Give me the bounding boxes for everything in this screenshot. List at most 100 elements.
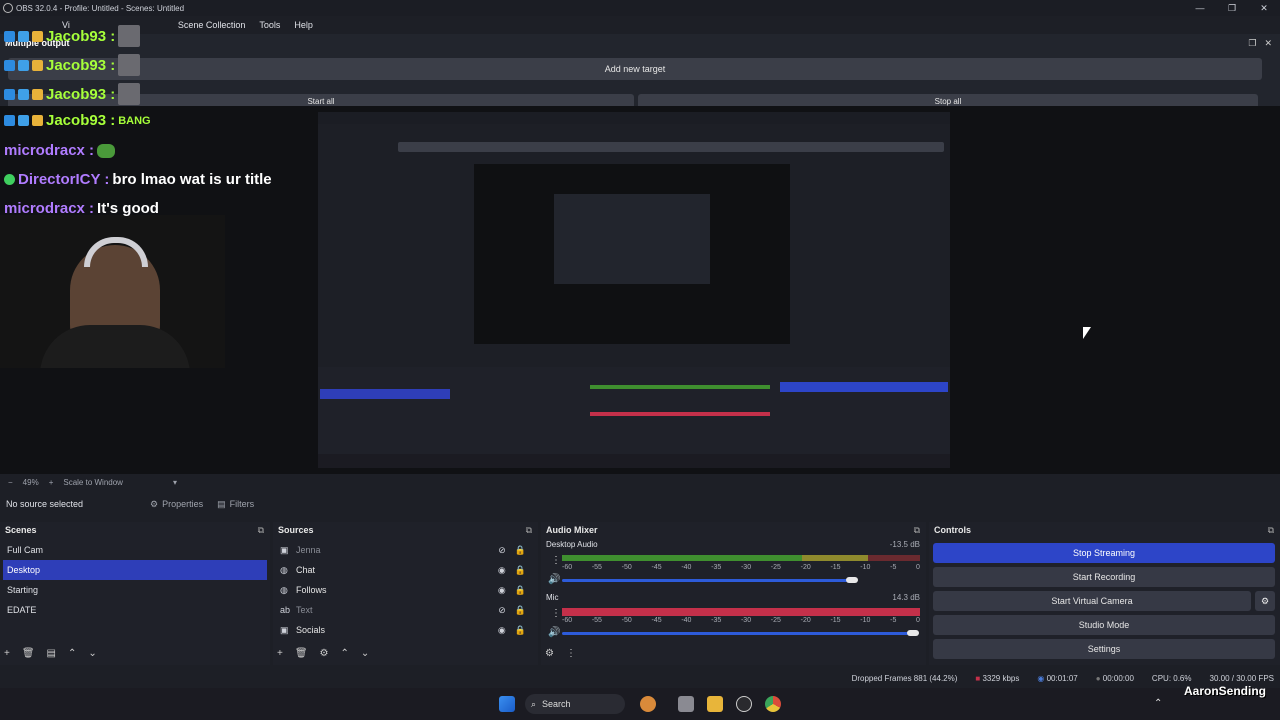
verified-badge-icon <box>4 88 15 100</box>
zoom-out-button[interactable]: − <box>8 478 13 487</box>
eye-icon[interactable]: ◉ <box>498 560 506 580</box>
task-view-icon[interactable] <box>678 696 694 712</box>
streamer-brand: AaronSending <box>1183 684 1266 698</box>
eye-hidden-icon[interactable]: ⊘ <box>498 600 506 620</box>
eye-hidden-icon[interactable]: ⊘ <box>498 540 506 560</box>
settings-button[interactable]: Settings <box>933 639 1275 659</box>
add-icon[interactable]: + <box>277 648 283 659</box>
properties-button[interactable]: ⚙ Properties <box>150 499 203 510</box>
close-button[interactable]: ✕ <box>1248 0 1280 16</box>
down-arrow-icon[interactable]: ⌄ <box>88 648 96 659</box>
channel-name: Desktop Audio <box>546 540 598 549</box>
file-explorer-icon[interactable] <box>707 696 723 712</box>
add-target-button[interactable]: Add new target <box>8 58 1262 80</box>
title-bar: OBS 32.0.4 - Profile: Untitled - Scenes:… <box>0 0 1280 16</box>
lock-icon[interactable]: 🔒 <box>515 580 526 600</box>
dock-float-icon[interactable]: ⧉ <box>1268 522 1274 539</box>
scene-item[interactable]: Desktop <box>3 560 267 580</box>
menu-dots-icon[interactable]: ⋮ <box>566 648 576 659</box>
scene-item[interactable]: EDATE <box>3 600 267 620</box>
windows-start-icon[interactable] <box>499 696 515 712</box>
add-icon[interactable]: + <box>4 648 10 659</box>
source-toggles: ◉ 🔒 <box>498 580 526 600</box>
scale-tick: 0 <box>916 617 920 624</box>
float-icon[interactable]: ❐ <box>1248 38 1256 49</box>
stop-streaming-button[interactable]: Stop Streaming <box>933 543 1275 563</box>
eye-icon[interactable]: ◉ <box>498 620 506 640</box>
audio-mixer-dock: Audio Mixer ⧉ ⚙ ⋮ <box>541 522 926 665</box>
obs-taskbar-icon[interactable] <box>736 696 752 712</box>
lock-icon[interactable]: 🔒 <box>515 600 526 620</box>
audio-meter <box>562 608 920 616</box>
chevron-down-icon[interactable]: ▾ <box>173 478 177 487</box>
taskbar-search[interactable]: ⌕ Search <box>525 694 625 714</box>
channel-db: -13.5 dB <box>889 540 920 549</box>
chrome-icon[interactable] <box>765 696 781 712</box>
source-item[interactable]: ▣ Jenna ⊘ 🔒 <box>276 540 534 560</box>
maximize-button[interactable]: ❐ <box>1216 0 1248 16</box>
eye-icon[interactable]: ◉ <box>498 580 506 600</box>
source-item[interactable]: ◍ Chat ◉ 🔒 <box>276 560 534 580</box>
record-icon: ● <box>1095 673 1103 683</box>
volume-icon[interactable]: 🔊 <box>548 627 560 638</box>
chat-username: DirectorICY : <box>18 171 110 188</box>
menu-help[interactable]: Help <box>294 20 313 30</box>
scenes-title: Scenes <box>5 525 37 535</box>
scene-item[interactable]: Full Cam <box>3 540 267 560</box>
scale-tick: -55 <box>591 617 602 624</box>
studio-mode-button[interactable]: Studio Mode <box>933 615 1275 635</box>
down-arrow-icon[interactable]: ⌄ <box>361 648 369 659</box>
volume-fader[interactable] <box>562 632 913 635</box>
scale-tick: -20 <box>800 564 811 571</box>
widgets-icon[interactable] <box>640 696 656 712</box>
image-icon: ▣ <box>280 545 289 555</box>
volume-icon[interactable]: 🔊 <box>548 574 560 585</box>
stop-all-button[interactable]: Stop all <box>638 94 1258 106</box>
trash-icon[interactable]: 🗑 <box>22 648 35 659</box>
scale-tick: -20 <box>800 617 811 624</box>
start-recording-button[interactable]: Start Recording <box>933 567 1275 587</box>
zoom-in-button[interactable]: + <box>49 478 54 487</box>
filters-button[interactable]: ▤ Filters <box>217 499 254 510</box>
up-arrow-icon[interactable]: ⌃ <box>341 648 349 659</box>
gear-icon[interactable]: ⚙ <box>320 648 329 659</box>
virtual-camera-settings-icon[interactable]: ⚙ <box>1255 591 1275 611</box>
lock-icon[interactable]: 🔒 <box>515 620 526 640</box>
channel-menu-icon[interactable]: ⋮ <box>551 555 561 566</box>
scale-tick: -30 <box>740 617 752 624</box>
scene-item[interactable]: Starting <box>3 580 267 600</box>
dock-float-icon[interactable]: ⧉ <box>526 522 532 539</box>
dock-float-icon[interactable]: ⧉ <box>258 522 264 539</box>
trash-icon[interactable]: 🗑 <box>295 648 308 659</box>
scale-tick: -25 <box>770 617 781 624</box>
mouse-cursor-icon <box>1083 327 1091 339</box>
stream-icon: ◉ <box>1037 673 1047 683</box>
source-toggles: ⊘ 🔒 <box>498 600 526 620</box>
source-item[interactable]: ab Text ⊘ 🔒 <box>276 600 534 620</box>
channel-menu-icon[interactable]: ⋮ <box>551 608 561 619</box>
source-item[interactable]: ◍ Follows ◉ 🔒 <box>276 580 534 600</box>
filter-icon[interactable]: ▤ <box>47 648 56 659</box>
gem-badge-icon <box>18 30 29 42</box>
advanced-audio-icon[interactable]: ⚙ <box>545 648 554 659</box>
channel-db: 14.3 dB <box>892 593 920 602</box>
lock-icon[interactable]: 🔒 <box>515 560 526 580</box>
source-item[interactable]: ▣ Socials ◉ 🔒 <box>276 620 534 640</box>
fader-knob[interactable] <box>907 630 919 636</box>
up-arrow-icon[interactable]: ⌃ <box>68 648 76 659</box>
lock-icon[interactable]: 🔒 <box>515 540 526 560</box>
fader-knob[interactable] <box>846 577 858 583</box>
obs-logo-icon <box>3 3 13 13</box>
start-virtual-camera-button[interactable]: Start Virtual Camera <box>933 591 1251 611</box>
menu-tools[interactable]: Tools <box>259 20 280 30</box>
source-toggles: ⊘ 🔒 <box>498 540 526 560</box>
scale-tick: -55 <box>591 564 602 571</box>
minimize-button[interactable]: — <box>1184 0 1216 16</box>
tray-chevron-icon[interactable]: ⌃ <box>1154 698 1162 709</box>
volume-fader[interactable] <box>562 579 852 582</box>
close-icon[interactable]: ✕ <box>1264 38 1272 49</box>
chat-message: microdracx : It's good <box>4 200 159 217</box>
scale-mode[interactable]: Scale to Window <box>63 478 123 487</box>
dock-float-icon[interactable]: ⧉ <box>914 522 920 539</box>
menu-scene-collection[interactable]: Scene Collection <box>178 20 246 30</box>
